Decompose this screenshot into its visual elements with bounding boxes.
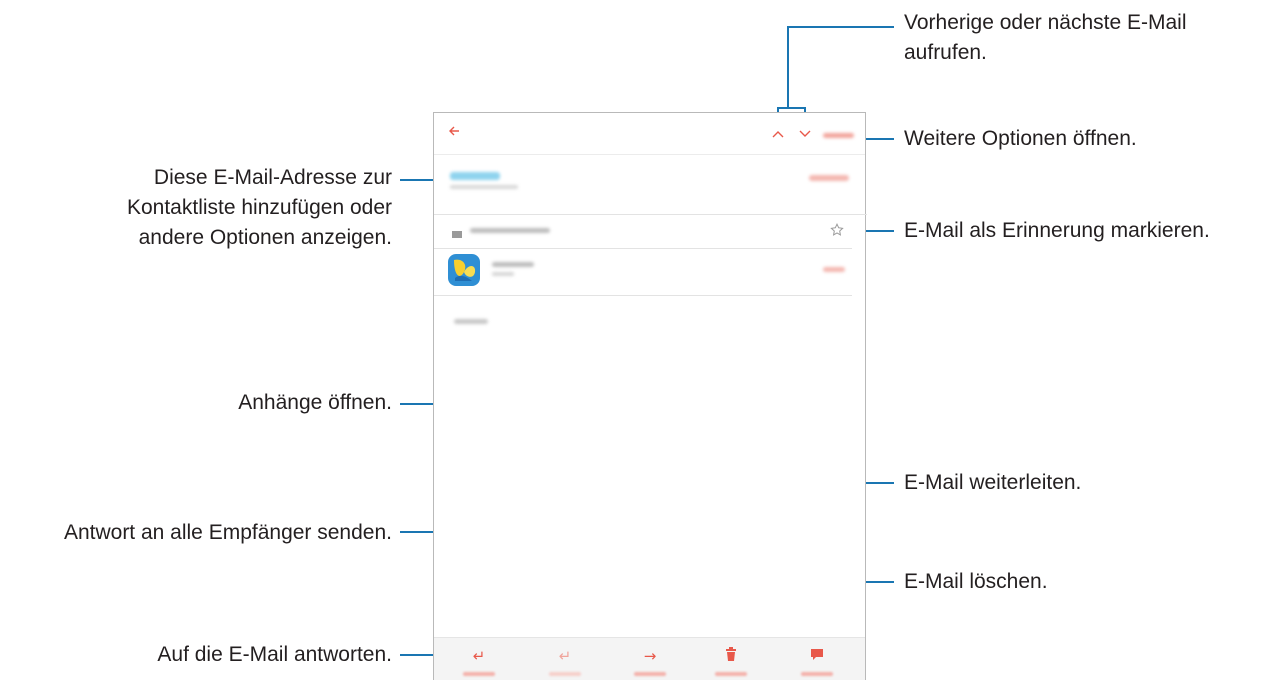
more-button[interactable] — [823, 133, 854, 138]
annotation-more-options: Weitere Optionen öffnen. — [904, 127, 1137, 150]
email-detail-screen: ↵ ↵ → — [433, 112, 867, 680]
email-body — [454, 319, 488, 324]
attachment-thumbnail-icon[interactable] — [448, 254, 480, 286]
sender-name[interactable] — [450, 172, 500, 180]
email-subject — [470, 228, 550, 233]
reply-all-icon: ↵ — [558, 647, 572, 665]
email-date — [809, 175, 849, 181]
divider — [434, 214, 867, 215]
divider — [434, 248, 852, 249]
forward-icon: → — [643, 647, 657, 665]
app-bar — [434, 113, 865, 155]
trash-icon — [701, 646, 761, 666]
annotation-open-attachments: Anhänge öffnen. — [238, 391, 392, 414]
subject-icon — [452, 226, 462, 238]
reply-button[interactable]: ↵ — [449, 646, 509, 680]
callout-line — [787, 26, 894, 28]
divider — [434, 295, 852, 296]
annotation-reply-all: Antwort an alle Empfänger senden. — [63, 521, 392, 544]
sender-address — [450, 185, 518, 189]
delete-button[interactable] — [701, 646, 761, 680]
annotation-add-contact: Diese E-Mail-Adresse zur Kontaktliste hi… — [126, 166, 392, 249]
attachment-download[interactable] — [823, 267, 845, 272]
reply-icon: ↵ — [472, 647, 486, 665]
forward-button[interactable]: → — [620, 646, 680, 680]
message-icon — [787, 646, 847, 666]
callout-line — [787, 26, 789, 108]
annotation-prev-next: Vorherige oder nächste E-Mail aufrufen. — [904, 11, 1187, 64]
callout-line — [777, 107, 806, 109]
star-outline-icon[interactable] — [830, 223, 844, 237]
back-arrow-icon[interactable] — [446, 123, 462, 139]
annotation-mark-reminder: E-Mail als Erinnerung markieren. — [904, 219, 1210, 242]
chevron-down-icon[interactable] — [798, 127, 812, 139]
annotation-forward: E-Mail weiterleiten. — [904, 471, 1082, 494]
chevron-up-icon[interactable] — [771, 127, 785, 139]
reply-all-button[interactable]: ↵ — [535, 646, 595, 680]
annotation-reply: Auf die E-Mail antworten. — [157, 643, 392, 666]
annotation-delete: E-Mail löschen. — [904, 570, 1048, 593]
attachment-name — [492, 262, 534, 267]
reminder-button[interactable] — [787, 646, 847, 680]
action-bar: ↵ ↵ → — [434, 637, 865, 680]
attachment-size — [492, 272, 514, 276]
